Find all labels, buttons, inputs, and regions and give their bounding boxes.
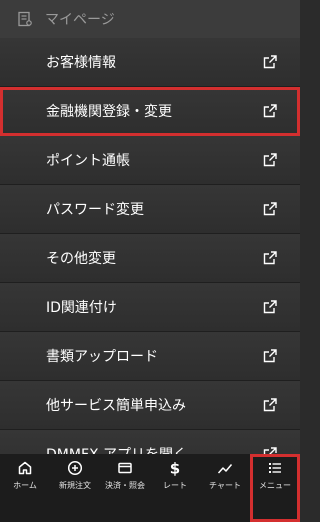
bottom-nav: ホーム 新規注文 決済・照会 $ レート チャート メニュー (0, 454, 300, 522)
menu-item-label: ID関連付け (46, 300, 117, 316)
external-link-icon (262, 54, 278, 70)
menu-item-customer-info[interactable]: お客様情報 (0, 38, 300, 87)
nav-rate[interactable]: $ レート (150, 454, 200, 522)
dollar-icon: $ (167, 460, 183, 476)
nav-label: レート (163, 481, 187, 490)
nav-label: チャート (209, 481, 241, 490)
card-icon (117, 460, 133, 476)
svg-text:$: $ (170, 460, 180, 476)
menu-item-password-change[interactable]: パスワード変更 (0, 185, 300, 234)
external-link-icon (262, 348, 278, 364)
menu-item-other-changes[interactable]: その他変更 (0, 234, 300, 283)
nav-chart[interactable]: チャート (200, 454, 250, 522)
nav-label: ホーム (13, 481, 37, 490)
nav-label: 決済・照会 (105, 481, 145, 490)
external-link-icon (262, 201, 278, 217)
plus-circle-icon (67, 460, 83, 476)
page-header: マイページ (0, 0, 300, 38)
menu-list: お客様情報 金融機関登録・変更 ポイント通帳 パスワード変更 その他変更 ID関… (0, 38, 300, 479)
menu-item-label: 他サービス簡単申込み (46, 398, 186, 414)
page-title: マイページ (45, 12, 115, 28)
menu-item-id-link[interactable]: ID関連付け (0, 283, 300, 332)
menu-item-label: 書類アップロード (46, 349, 158, 365)
menu-item-point-book[interactable]: ポイント通帳 (0, 136, 300, 185)
menu-item-label: パスワード変更 (46, 202, 144, 218)
external-link-icon (262, 103, 278, 119)
external-link-icon (262, 299, 278, 315)
menu-item-document-upload[interactable]: 書類アップロード (0, 332, 300, 381)
document-icon (17, 11, 33, 27)
menu-item-label: 金融機関登録・変更 (46, 104, 172, 120)
menu-item-bank-registration[interactable]: 金融機関登録・変更 (0, 87, 300, 136)
menu-item-label: お客様情報 (46, 55, 116, 71)
chart-line-icon (217, 460, 233, 476)
menu-item-label: その他変更 (46, 251, 116, 267)
nav-settlement[interactable]: 決済・照会 (100, 454, 150, 522)
menu-item-label: ポイント通帳 (46, 153, 130, 169)
menu-list-icon (267, 460, 283, 476)
nav-label: メニュー (259, 481, 291, 490)
nav-label: 新規注文 (59, 481, 91, 490)
home-icon (17, 460, 33, 476)
external-link-icon (262, 397, 278, 413)
nav-home[interactable]: ホーム (0, 454, 50, 522)
menu-item-other-services[interactable]: 他サービス簡単申込み (0, 381, 300, 430)
external-link-icon (262, 152, 278, 168)
nav-new-order[interactable]: 新規注文 (50, 454, 100, 522)
nav-menu[interactable]: メニュー (250, 454, 300, 522)
external-link-icon (262, 250, 278, 266)
